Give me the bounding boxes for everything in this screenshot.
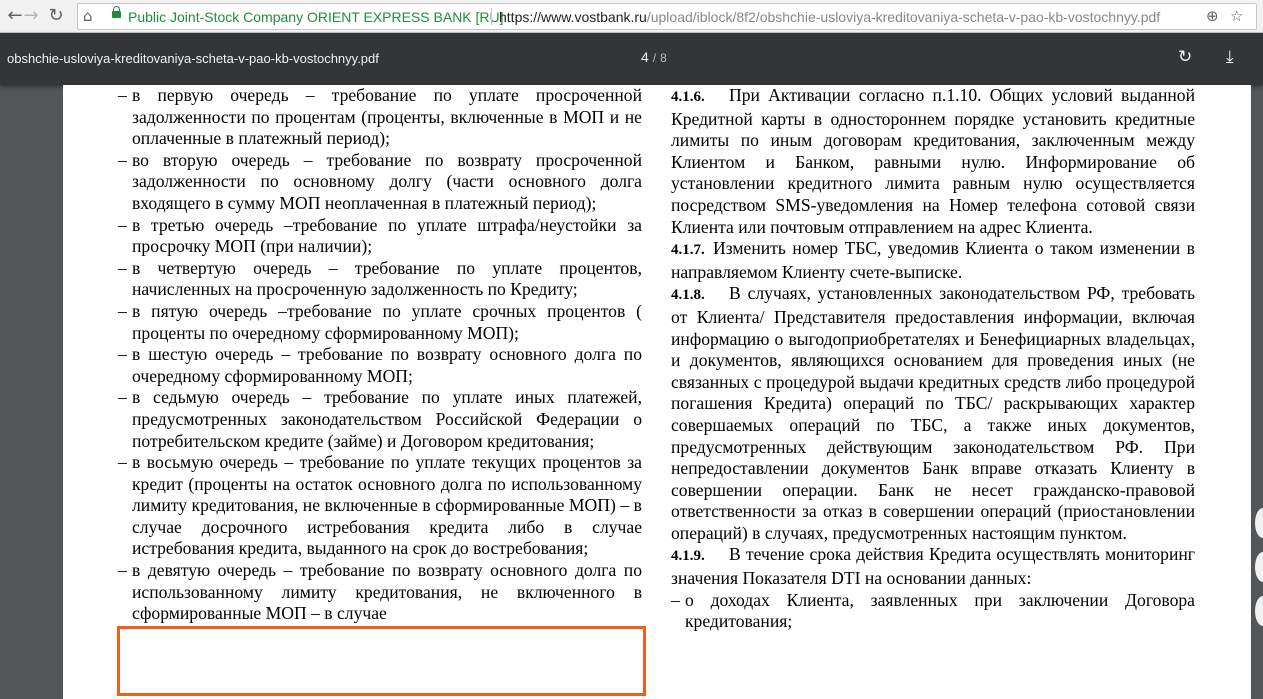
list-item: – в четвертую очередь – требование по упл… xyxy=(118,257,642,300)
list-item: – в восьмую очередь – требование по уплат… xyxy=(118,452,642,559)
section-number: 4.1.9. xyxy=(671,548,705,565)
list-item: – во вторую очередь – требование по возвр… xyxy=(118,149,642,213)
rotate-icon[interactable]: ↻ xyxy=(1178,47,1192,67)
section-text: При Активации согласно п.1.10. Общих усл… xyxy=(671,85,1195,237)
zoom-icon[interactable]: ⊕ xyxy=(1206,7,1219,25)
section-4-1-9: 4.1.9. В течение срока действия Кредита о… xyxy=(671,544,1195,589)
total-pages: 8 xyxy=(660,51,667,65)
reload-icon[interactable]: ↻ xyxy=(45,5,67,27)
list-item: – в пятую очередь –требование по уплате с… xyxy=(118,300,642,343)
site-identity[interactable]: Public Joint-Stock Company ORIENT EXPRES… xyxy=(128,9,504,25)
list-item: – в третью очередь –требование по уплате … xyxy=(118,214,642,257)
url-host: https://www.vostbank.ru xyxy=(499,9,647,25)
list-item: – в девятую очередь – требование по возвр… xyxy=(118,560,642,624)
pdf-file-title: obshchie-usloviya-kreditovaniya-scheta-v… xyxy=(7,51,379,66)
section-number: 4.1.7. xyxy=(671,242,705,259)
list-item: – в шестую очередь – требование по возвра… xyxy=(118,344,642,386)
section-number: 4.1.8. xyxy=(671,287,705,304)
right-column: 4.1.6. При Активации согласно п.1.10. Общ… xyxy=(671,85,1195,633)
download-icon[interactable]: ⤓ xyxy=(1226,47,1234,67)
section-number: 4.1.6. xyxy=(671,89,705,105)
page-indicator[interactable]: 4/8 xyxy=(641,49,667,65)
list-item: – в седьмую очередь – требование по уплат… xyxy=(118,387,642,451)
list-item: – о доходах Клиента, заявленных при заклю… xyxy=(671,589,1195,632)
pdf-page: – в первую очередь – требование по уплате… xyxy=(63,85,1251,699)
url-text[interactable]: https://www.vostbank.ru/upload/iblock/8f… xyxy=(499,9,1160,25)
left-column: – в первую очередь – требование по уплате… xyxy=(118,85,642,625)
lock-icon xyxy=(112,6,121,18)
pdf-viewer-toolbar: obshchie-usloviya-kreditovaniya-scheta-v… xyxy=(0,33,1263,85)
section-4-1-8: 4.1.8. В случаях, установленных законодат… xyxy=(671,283,1195,544)
home-icon[interactable]: ⌂ xyxy=(83,7,93,25)
zoom-in-button[interactable] xyxy=(1255,508,1263,538)
section-text: В случаях, установленных законодательств… xyxy=(671,283,1195,543)
section-4-1-6: 4.1.6. При Активации согласно п.1.10. Общ… xyxy=(671,85,1195,238)
fit-page-button[interactable] xyxy=(1255,596,1263,626)
section-4-1-7: 4.1.7. Изменить номер ТБС, уведомив Клиен… xyxy=(671,238,1195,283)
url-divider xyxy=(491,8,492,25)
zoom-out-button[interactable] xyxy=(1255,552,1263,582)
section-text: В течение срока действия Кредита осущест… xyxy=(671,544,1195,589)
arrow-right-icon[interactable]: → xyxy=(20,5,42,27)
page-separator: / xyxy=(652,51,657,65)
url-path: /upload/iblock/8f2/obshchie-usloviya-kre… xyxy=(646,9,1161,25)
list-item: – в первую очередь – требование по уплате… xyxy=(118,85,642,149)
current-page[interactable]: 4 xyxy=(641,49,649,65)
section-text: Изменить номер ТБС, уведомив Клиента о т… xyxy=(671,238,1195,282)
highlight-box xyxy=(117,626,646,696)
star-icon[interactable]: ☆ xyxy=(1230,7,1243,25)
browser-toolbar: ← → ↻ ⌂ ⌂ Public Joint-Stock Company ORI… xyxy=(0,0,1263,33)
address-bar[interactable]: ⌂ Public Joint-Stock Company ORIENT EXPR… xyxy=(77,3,1257,30)
